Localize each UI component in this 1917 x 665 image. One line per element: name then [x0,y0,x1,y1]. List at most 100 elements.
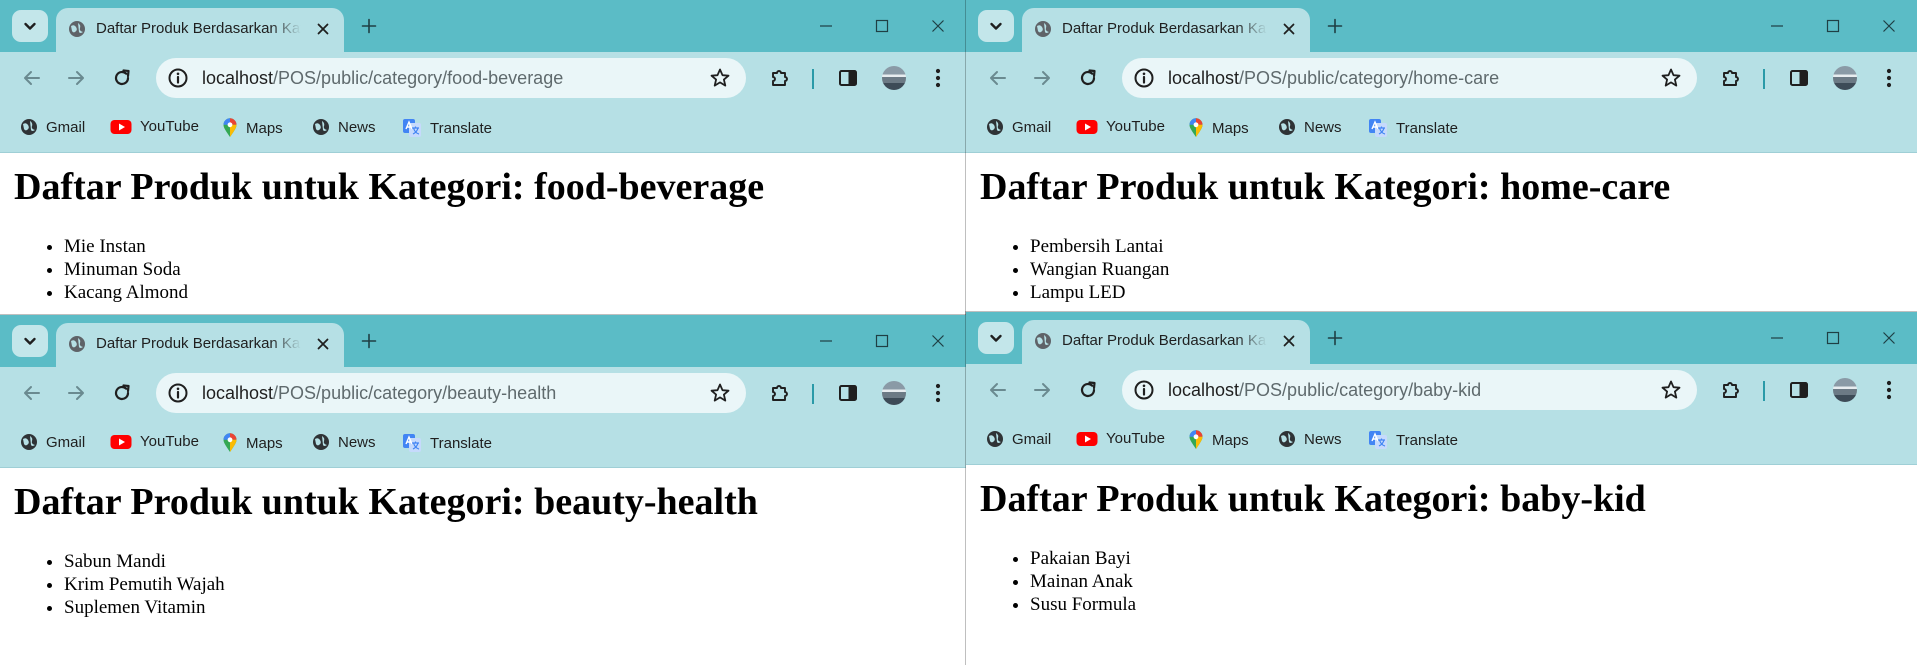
bookmark-translate[interactable]: Translate [402,433,492,453]
minimize-button[interactable] [1749,0,1805,52]
browser-menu-button[interactable] [1875,376,1903,404]
site-info-button[interactable] [164,379,192,407]
back-button[interactable] [984,376,1012,404]
forward-button[interactable] [62,379,90,407]
reload-button[interactable] [1074,376,1102,404]
bookmark-youtube[interactable]: YouTube [110,118,199,135]
browser-menu-button[interactable] [924,64,952,92]
address-bar[interactable]: localhost/POS/public/category/beauty-hea… [156,373,746,413]
url-text[interactable]: localhost/POS/public/category/baby-kid [1168,380,1481,401]
back-button[interactable] [18,379,46,407]
bookmark-gmail[interactable]: Gmail [20,433,85,451]
site-info-button[interactable] [1130,64,1158,92]
new-tab-button[interactable] [1322,13,1348,39]
active-tab[interactable]: Daftar Produk Berdasarkan Kategori [56,8,344,52]
back-button[interactable] [984,64,1012,92]
bookmark-star-button[interactable] [1659,378,1683,402]
tab-close-button[interactable] [1278,18,1300,40]
bookmark-news[interactable]: News [1278,118,1342,136]
bookmark-youtube[interactable]: YouTube [1076,430,1165,447]
toolbar-divider [1763,69,1765,89]
bookmark-star-button[interactable] [708,381,732,405]
maximize-button[interactable] [854,0,910,52]
bookmark-youtube[interactable]: YouTube [110,433,199,450]
browser-menu-button[interactable] [1875,64,1903,92]
close-window-button[interactable] [1861,0,1917,52]
bookmark-star-button[interactable] [708,66,732,90]
address-bar[interactable]: localhost/POS/public/category/home-care [1122,58,1697,98]
new-tab-button[interactable] [356,13,382,39]
forward-button[interactable] [1028,376,1056,404]
back-arrow-icon [990,383,1006,397]
side-panel-button[interactable] [1785,376,1813,404]
close-window-button[interactable] [910,315,966,367]
url-text[interactable]: localhost/POS/public/category/beauty-hea… [202,383,556,404]
bookmark-youtube[interactable]: YouTube [1076,118,1165,135]
active-tab[interactable]: Daftar Produk Berdasarkan Kategori [1022,8,1310,52]
maximize-button[interactable] [1805,0,1861,52]
tab-close-button[interactable] [312,18,334,40]
back-button[interactable] [18,64,46,92]
active-tab[interactable]: Daftar Produk Berdasarkan Kategori [1022,320,1310,364]
bookmark-translate[interactable]: Translate [1368,118,1458,138]
active-tab[interactable]: Daftar Produk Berdasarkan Kategori [56,323,344,367]
minimize-button[interactable] [798,315,854,367]
bookmark-gmail[interactable]: Gmail [20,118,85,136]
profile-button[interactable] [1831,376,1859,404]
bookmark-maps[interactable]: Maps [222,433,283,453]
reload-button[interactable] [108,379,136,407]
forward-button[interactable] [62,64,90,92]
site-info-button[interactable] [1130,376,1158,404]
site-info-button[interactable] [164,64,192,92]
bookmark-maps[interactable]: Maps [1188,430,1249,450]
tab-close-button[interactable] [312,333,334,355]
browser-menu-button[interactable] [924,379,952,407]
maximize-button[interactable] [854,315,910,367]
tab-close-button[interactable] [1278,330,1300,352]
minimize-button[interactable] [798,0,854,52]
bookmark-translate[interactable]: Translate [1368,430,1458,450]
extensions-button[interactable] [766,64,794,92]
bookmark-news[interactable]: News [312,118,376,136]
close-window-button[interactable] [1861,312,1917,364]
profile-button[interactable] [880,379,908,407]
bookmark-translate[interactable]: Translate [402,118,492,138]
tab-search-button[interactable] [12,325,48,357]
address-bar[interactable]: localhost/POS/public/category/baby-kid [1122,370,1697,410]
tab-search-button[interactable] [978,10,1014,42]
maps-pin-icon [223,118,237,137]
reload-button[interactable] [108,64,136,92]
bookmark-maps[interactable]: Maps [222,118,283,138]
tab-search-button[interactable] [978,322,1014,354]
bookmark-star-button[interactable] [1659,66,1683,90]
url-text[interactable]: localhost/POS/public/category/food-bever… [202,68,563,89]
extensions-button[interactable] [1717,64,1745,92]
tab-search-button[interactable] [12,10,48,42]
extensions-button[interactable] [1717,376,1745,404]
close-window-button[interactable] [910,0,966,52]
forward-button[interactable] [1028,64,1056,92]
youtube-icon [1076,431,1098,446]
url-text[interactable]: localhost/POS/public/category/home-care [1168,68,1499,89]
new-tab-button[interactable] [1322,325,1348,351]
page-heading: Daftar Produk untuk Kategori: food-bever… [14,166,765,208]
extensions-button[interactable] [766,379,794,407]
profile-button[interactable] [880,64,908,92]
side-panel-button[interactable] [834,64,862,92]
side-panel-button[interactable] [1785,64,1813,92]
globe-icon [1035,21,1051,37]
minimize-button[interactable] [1749,312,1805,364]
new-tab-button[interactable] [356,328,382,354]
side-panel-button[interactable] [834,379,862,407]
bookmark-news[interactable]: News [1278,430,1342,448]
reload-button[interactable] [1074,64,1102,92]
maximize-button[interactable] [1805,312,1861,364]
star-icon [1661,68,1681,87]
globe-icon [1279,119,1295,135]
bookmark-gmail[interactable]: Gmail [986,430,1051,448]
bookmark-maps[interactable]: Maps [1188,118,1249,138]
address-bar[interactable]: localhost/POS/public/category/food-bever… [156,58,746,98]
profile-button[interactable] [1831,64,1859,92]
bookmark-gmail[interactable]: Gmail [986,118,1051,136]
bookmark-news[interactable]: News [312,433,376,451]
